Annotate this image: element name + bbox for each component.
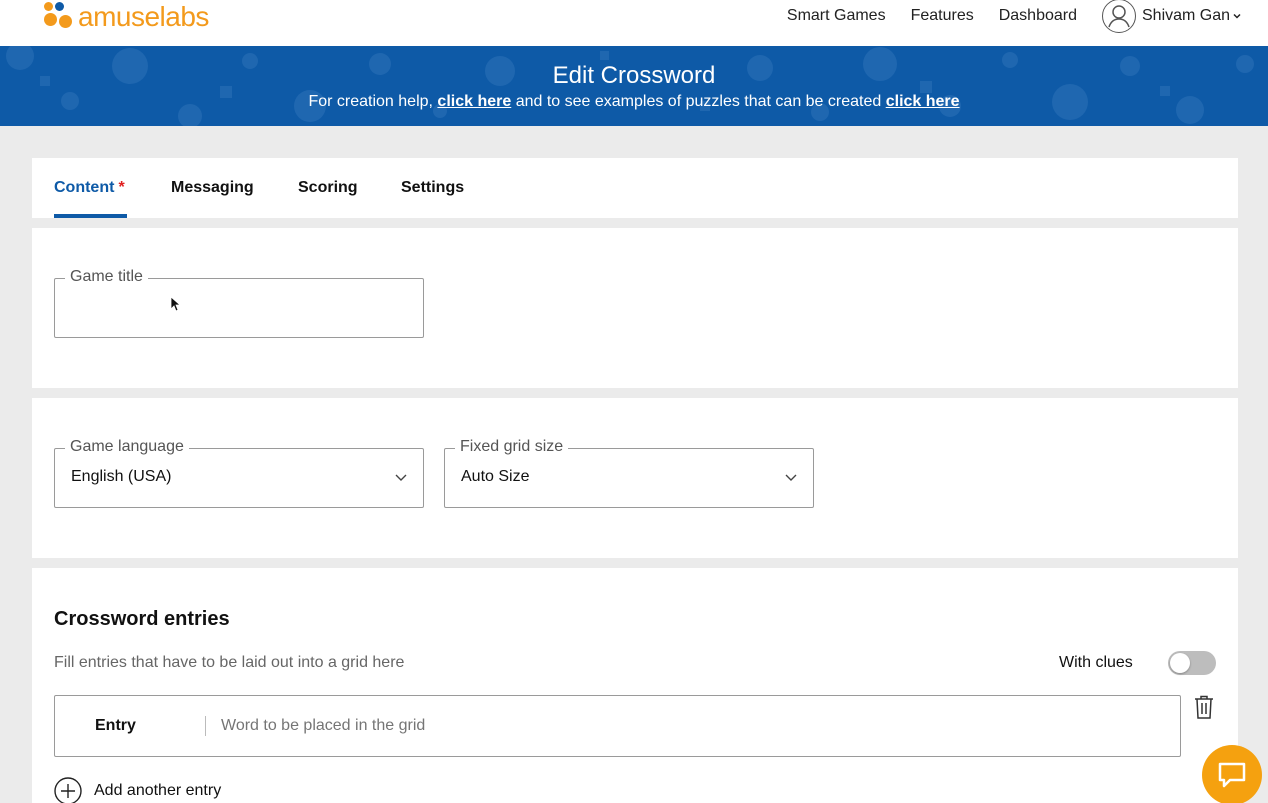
trash-icon[interactable]: [1192, 694, 1216, 720]
tab-scoring[interactable]: Scoring: [298, 179, 358, 197]
with-clues-toggle[interactable]: [1168, 651, 1216, 675]
entry-word-input[interactable]: [221, 717, 1121, 735]
tab-messaging[interactable]: Messaging: [171, 179, 254, 197]
page-title: Edit Crossword: [552, 62, 716, 89]
game-options-section: Game language English (USA) Fixed grid s…: [32, 398, 1238, 558]
game-language-value: English (USA): [71, 468, 172, 485]
grid-size-select[interactable]: Fixed grid size Auto Size: [444, 438, 814, 508]
game-title-field[interactable]: Game title: [54, 268, 424, 338]
logo-text: amuselabs: [78, 1, 209, 32]
crossword-entries-section: Crossword entries Fill entries that have…: [32, 568, 1238, 803]
chevron-down-icon: [785, 474, 797, 481]
active-tab-indicator: [54, 214, 127, 218]
game-language-label: Game language: [65, 438, 189, 456]
nav-dashboard[interactable]: Dashboard: [999, 7, 1077, 25]
nav-smart-games[interactable]: Smart Games: [787, 7, 886, 25]
entry-row: Entry: [54, 695, 1181, 757]
logo-mark-icon: [44, 2, 74, 32]
section-description: Fill entries that have to be laid out in…: [54, 654, 405, 671]
plus-circle-icon: [54, 777, 82, 803]
banner-help-text: For creation help,: [308, 93, 433, 110]
required-marker: *: [118, 179, 125, 196]
user-name: Shivam Gan: [1142, 7, 1230, 24]
banner-examples-text: and to see examples of puzzles that can …: [515, 93, 882, 110]
page-header-banner: Edit Crossword For creation help, click …: [0, 46, 1268, 126]
game-title-section: Game title: [32, 228, 1238, 388]
top-navbar: amuselabs Smart Games Features Dashboard…: [0, 0, 1268, 46]
entry-divider: [205, 716, 206, 736]
user-menu[interactable]: Shivam Gan: [1102, 0, 1268, 33]
chevron-down-icon: [395, 474, 407, 481]
tab-content-label: Content: [54, 179, 115, 196]
tab-settings[interactable]: Settings: [401, 179, 464, 197]
game-title-label: Game title: [65, 268, 148, 286]
chat-icon: [1218, 762, 1246, 788]
game-language-select[interactable]: Game language English (USA): [54, 438, 424, 508]
amuselabs-logo[interactable]: amuselabs: [44, 1, 209, 32]
chevron-down-icon: [1233, 13, 1241, 19]
nav-features[interactable]: Features: [911, 7, 974, 25]
tab-bar: Content * Messaging Scoring Settings: [32, 158, 1238, 218]
user-avatar-icon: [1102, 0, 1136, 33]
with-clues-label: With clues: [1059, 654, 1133, 671]
tab-content[interactable]: Content *: [54, 179, 125, 197]
banner-subtitle: For creation help, click here and to see…: [0, 93, 1268, 111]
nav-links: Smart Games Features Dashboard Shivam Ga…: [787, 0, 1268, 33]
add-entry-button[interactable]: Add another entry: [54, 777, 221, 803]
section-title: Crossword entries: [54, 608, 230, 630]
add-entry-label: Add another entry: [94, 782, 222, 799]
toggle-knob: [1170, 653, 1190, 673]
examples-link[interactable]: click here: [886, 93, 960, 110]
chat-widget-button[interactable]: [1202, 745, 1262, 803]
mouse-cursor-icon: [170, 296, 180, 312]
grid-size-value: Auto Size: [461, 468, 530, 485]
grid-size-label: Fixed grid size: [455, 438, 569, 456]
creation-help-link[interactable]: click here: [437, 93, 511, 110]
entry-label: Entry: [95, 717, 136, 734]
